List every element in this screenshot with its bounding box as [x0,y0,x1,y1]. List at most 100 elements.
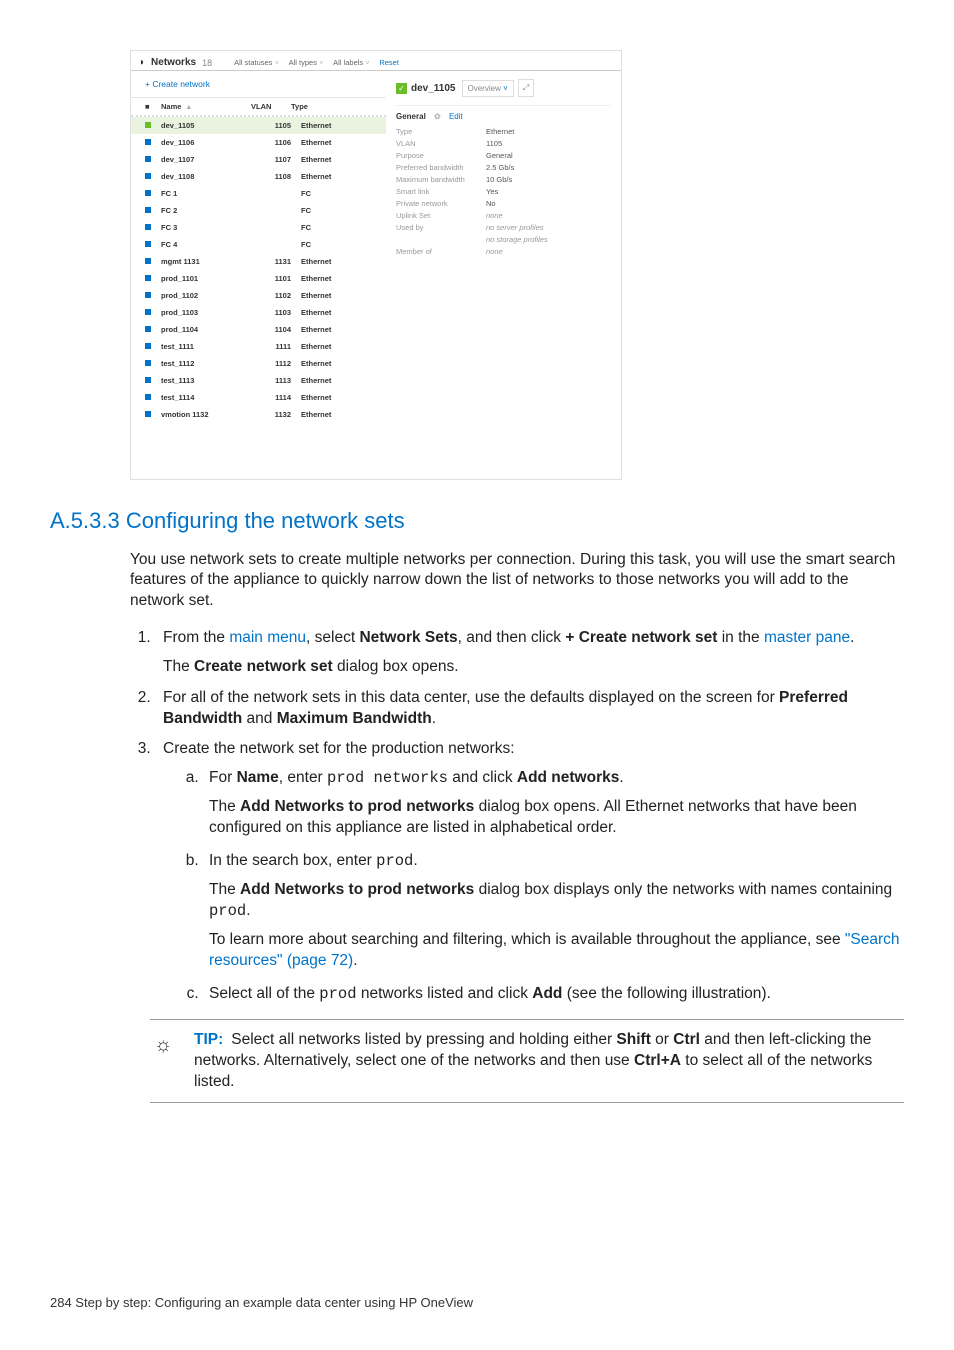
property-value: Yes [486,187,611,196]
table-row[interactable]: mgmt 11311131Ethernet [131,253,386,270]
property-key: VLAN [396,139,486,148]
table-row[interactable]: dev_11071107Ethernet [131,151,386,168]
row-name: FC 1 [161,189,251,198]
row-name: FC 4 [161,240,251,249]
property-row: Used byno server profiles [396,223,611,232]
table-row[interactable]: vmotion 11321132Ethernet [131,406,386,423]
row-type: Ethernet [301,325,376,334]
property-row: TypeEthernet [396,127,611,136]
step-2: For all of the network sets in this data… [155,688,904,730]
master-pane: + Create network ■ Name ▲ VLAN Type dev_… [131,71,386,423]
table-row[interactable]: test_11141114Ethernet [131,389,386,406]
property-row: no storage profiles [396,235,611,244]
status-icon [145,410,161,419]
row-type: Ethernet [301,308,376,317]
row-name: prod_1102 [161,291,251,300]
property-row: Smart linkYes [396,187,611,196]
row-vlan [251,240,301,249]
row-type: Ethernet [301,342,376,351]
property-value: no server profiles [486,223,611,232]
status-icon [145,138,161,147]
row-vlan [251,223,301,232]
chevron-down-icon: ˅ [273,61,278,67]
property-row: Member ofnone [396,247,611,256]
property-value: 1105 [486,139,611,148]
table-row[interactable]: dev_11081108Ethernet [131,168,386,185]
edit-link[interactable]: Edit [449,112,463,121]
table-row[interactable]: prod_11021102Ethernet [131,287,386,304]
property-row: Preferred bandwidth2.5 Gb/s [396,163,611,172]
main-menu-link[interactable]: main menu [229,629,306,646]
property-key: Member of [396,247,486,256]
steps-list: From the main menu, select Network Sets,… [130,628,904,1005]
row-type: Ethernet [301,376,376,385]
row-name: mgmt 1131 [161,257,251,266]
row-type: Ethernet [301,172,376,181]
property-value: General [486,151,611,160]
row-vlan: 1113 [251,376,301,385]
row-type: Ethernet [301,274,376,283]
property-key: Preferred bandwidth [396,163,486,172]
property-key: Smart link [396,187,486,196]
filter-type[interactable]: All types ˅ [289,58,324,67]
menu-icon: ◗ [139,57,145,68]
name-col[interactable]: Name ▲ [161,102,251,111]
table-row[interactable]: FC 4 FC [131,236,386,253]
reset-link[interactable]: Reset [379,58,399,67]
row-name: test_1112 [161,359,251,368]
intro-text: You use network sets to create multiple … [130,550,904,613]
row-name: dev_1106 [161,138,251,147]
table-row[interactable]: test_11121112Ethernet [131,355,386,372]
table-row[interactable]: FC 1FC [131,185,386,202]
row-vlan: 1131 [251,257,301,266]
row-name: dev_1107 [161,155,251,164]
property-value: none [486,211,611,220]
chevron-down-icon: ˅ [364,61,369,67]
row-name: dev_1105 [161,121,251,130]
status-icon [145,291,161,300]
filter-status[interactable]: All statuses ˅ [234,58,279,67]
table-row[interactable]: prod_11041104Ethernet [131,321,386,338]
table-row[interactable]: FC 3FC [131,219,386,236]
status-icon [145,189,161,198]
create-network-link[interactable]: + Create network [131,71,386,98]
status-icon [145,240,161,249]
networks-screenshot: ◗ Networks 18 All statuses ˅ All types ˅… [130,50,622,480]
filter-label[interactable]: All labels ˅ [333,58,369,67]
row-vlan: 1108 [251,172,301,181]
expand-button[interactable]: ⤢ [518,79,534,97]
table-row[interactable]: dev_11061106Ethernet [131,134,386,151]
tip-text: TIP:Select all networks listed by pressi… [194,1030,904,1093]
row-name: FC 3 [161,223,251,232]
sort-icon: ▲ [183,104,192,111]
row-vlan [251,189,301,198]
type-col[interactable]: Type [291,102,376,111]
property-value: No [486,199,611,208]
property-key: Private network [396,199,486,208]
status-icon [145,342,161,351]
row-vlan [251,206,301,215]
substeps-list: For Name, enter prod networks and click … [163,768,904,1004]
table-row[interactable]: prod_11031103Ethernet [131,304,386,321]
view-dropdown[interactable]: Overview ˅ [462,80,514,97]
table-row[interactable]: FC 2FC [131,202,386,219]
detail-header: ✓ dev_1105 Overview ˅ ⤢ [396,79,611,97]
row-type: FC [301,240,376,249]
vlan-col[interactable]: VLAN [251,102,291,111]
master-pane-link[interactable]: master pane [764,629,850,646]
table-header: ■ Name ▲ VLAN Type [131,98,386,117]
table-row[interactable]: test_11131113Ethernet [131,372,386,389]
row-vlan: 1107 [251,155,301,164]
row-type: Ethernet [301,257,376,266]
property-value: 2.5 Gb/s [486,163,611,172]
table-row[interactable]: test_11111111Ethernet [131,338,386,355]
row-type: Ethernet [301,359,376,368]
property-value: no storage profiles [486,235,611,244]
row-name: prod_1101 [161,274,251,283]
property-row: Private networkNo [396,199,611,208]
table-row[interactable]: prod_11011101Ethernet [131,270,386,287]
general-section: General ✿ Edit [396,105,611,121]
detail-pane: ✓ dev_1105 Overview ˅ ⤢ General ✿ Edit T… [386,71,621,423]
property-row: PurposeGeneral [396,151,611,160]
table-row[interactable]: dev_11051105Ethernet [131,117,386,134]
